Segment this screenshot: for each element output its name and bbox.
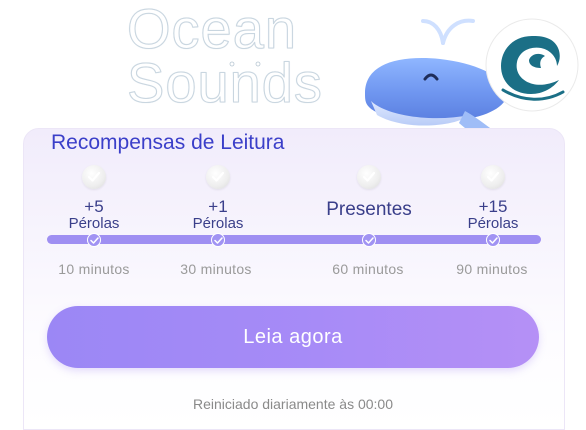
check-icon: [87, 233, 101, 247]
milestone-time: 90 minutos: [456, 261, 528, 277]
check-icon: [486, 233, 500, 247]
reward-unit: Pérolas: [192, 215, 244, 232]
daily-reset-note: Reiniciado diariamente às 00:00: [192, 396, 393, 412]
card-title: Recompensas de Leitura: [51, 131, 285, 154]
check-circle-icon: [481, 165, 505, 189]
read-now-button[interactable]: Leia agora: [47, 306, 539, 368]
reward-milestone-3: Presentes: [309, 199, 429, 221]
wave-logo-icon: [485, 18, 579, 112]
check-circle-icon: [357, 165, 381, 189]
app-logo: Ocean Sounds: [127, 0, 323, 111]
reward-amount: +1: [208, 197, 228, 216]
reward-amount: +5: [84, 197, 104, 216]
logo-dots-icon: [229, 61, 261, 67]
reward-unit: Pérolas: [68, 215, 120, 232]
milestone-time: 60 minutos: [332, 261, 404, 277]
check-circle-icon: [82, 165, 106, 189]
reward-milestone-4: +15 Pérolas: [448, 198, 538, 232]
reward-milestone-2: +1 Pérolas: [173, 198, 263, 232]
reward-unit: Pérolas: [467, 215, 519, 232]
milestone-time: 10 minutos: [58, 261, 130, 277]
milestone-time: 30 minutos: [180, 261, 252, 277]
reward-milestone-1: +5 Pérolas: [49, 198, 139, 232]
reward-gift-label: Presentes: [326, 199, 412, 220]
logo-line-1: Ocean: [127, 0, 297, 60]
check-icon: [362, 233, 376, 247]
check-icon: [211, 233, 225, 247]
reward-amount: +15: [478, 197, 508, 216]
progress-track: [47, 235, 541, 244]
check-circle-icon: [206, 165, 230, 189]
